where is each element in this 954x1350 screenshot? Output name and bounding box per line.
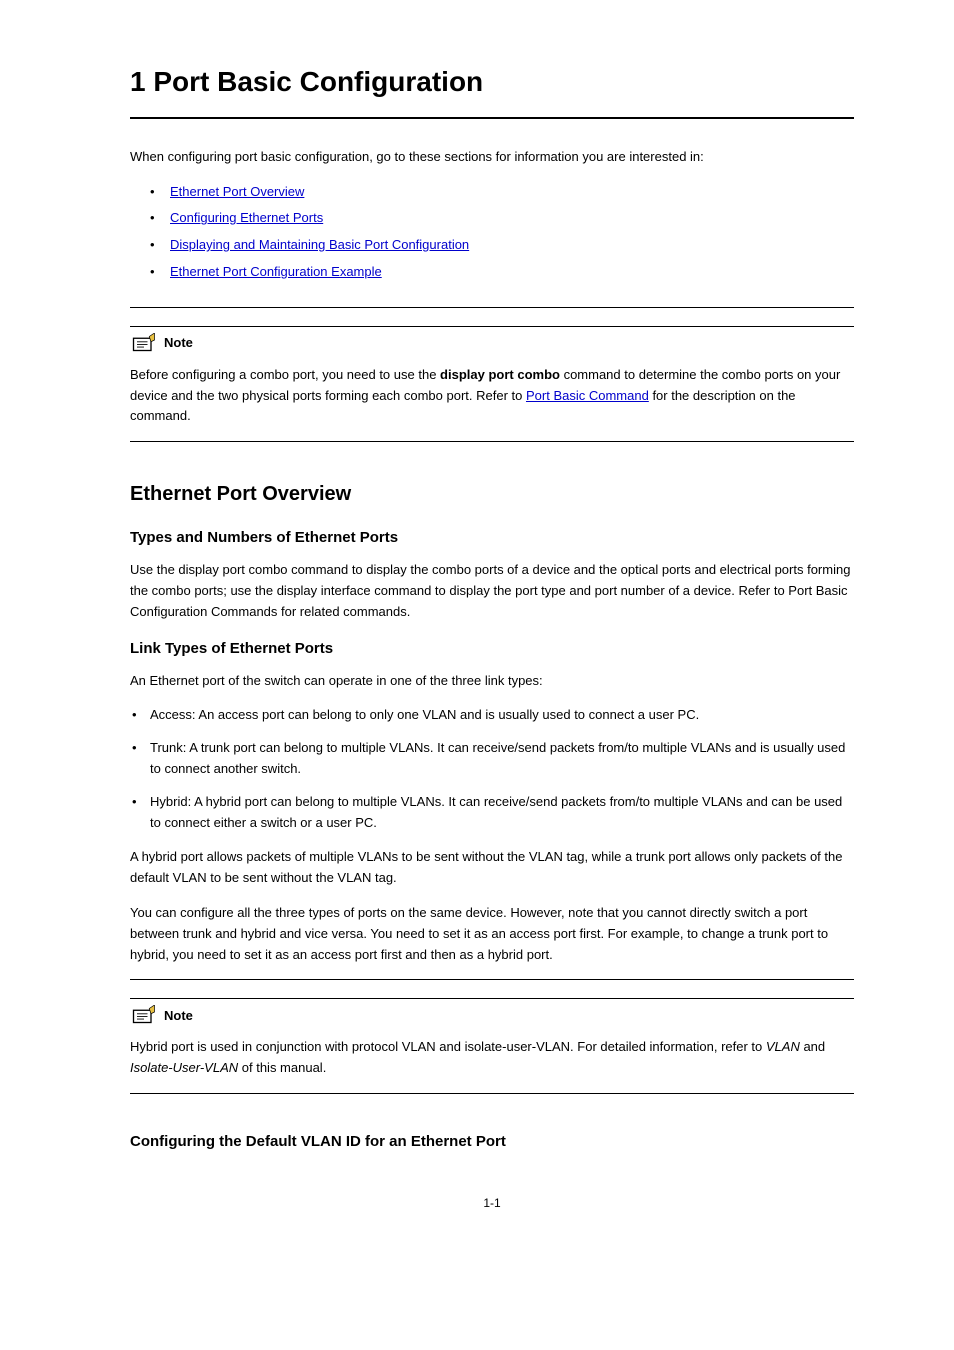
note-text: Before configuring a combo port, you nee…: [130, 367, 440, 382]
toc-item: Ethernet Port Overview: [130, 182, 854, 203]
para-link-intro: An Ethernet port of the switch can opera…: [130, 671, 854, 692]
chapter-title: 1 Port Basic Configuration: [130, 60, 854, 105]
list-item: Trunk: A trunk port can belong to multip…: [130, 738, 854, 780]
list-item: Hybrid: A hybrid port can belong to mult…: [130, 792, 854, 834]
note-inner-divider: [130, 998, 854, 999]
note-link-port-basic-command[interactable]: Port Basic Command: [526, 388, 649, 403]
para-link-change: You can configure all the three types of…: [130, 903, 854, 965]
note-header: Note: [130, 1005, 854, 1027]
note-box-combo: Note Before configuring a combo port, yo…: [130, 307, 854, 442]
note-text: and: [800, 1039, 825, 1054]
note-label: Note: [164, 333, 193, 354]
note-italic: VLAN: [766, 1039, 800, 1054]
note-bold: display port combo: [440, 367, 560, 382]
heading-link-types: Link Types of Ethernet Ports: [130, 637, 854, 661]
toc-link-overview[interactable]: Ethernet Port Overview: [170, 184, 304, 199]
page-number: 1-1: [130, 1194, 854, 1213]
title-divider: [130, 117, 854, 119]
note-inner-divider: [130, 326, 854, 327]
heading-types: Types and Numbers of Ethernet Ports: [130, 526, 854, 550]
toc-intro: When configuring port basic configuratio…: [130, 147, 854, 168]
note-header: Note: [130, 333, 854, 355]
note-body: Hybrid port is used in conjunction with …: [130, 1037, 854, 1079]
toc-item: Displaying and Maintaining Basic Port Co…: [130, 235, 854, 256]
note-box-hybrid: Note Hybrid port is used in conjunction …: [130, 979, 854, 1094]
note-text: of this manual.: [242, 1060, 327, 1075]
toc-item: Configuring Ethernet Ports: [130, 208, 854, 229]
note-body: Before configuring a combo port, you nee…: [130, 365, 854, 427]
note-text: Hybrid port is used in conjunction with …: [130, 1039, 766, 1054]
note-icon: [130, 333, 158, 355]
note-italic: Isolate-User-VLAN: [130, 1060, 238, 1075]
note-icon: [130, 1005, 158, 1027]
note-label: Note: [164, 1006, 193, 1027]
para-types: Use the display port combo command to di…: [130, 560, 854, 622]
heading-overview: Ethernet Port Overview: [130, 478, 854, 510]
heading-default-vlan: Configuring the Default VLAN ID for an E…: [130, 1130, 854, 1154]
link-type-list: Access: An access port can belong to onl…: [130, 705, 854, 833]
toc-link-example[interactable]: Ethernet Port Configuration Example: [170, 264, 382, 279]
toc-list: Ethernet Port Overview Configuring Ether…: [130, 182, 854, 283]
toc-link-configuring[interactable]: Configuring Ethernet Ports: [170, 210, 323, 225]
toc-item: Ethernet Port Configuration Example: [130, 262, 854, 283]
list-item: Access: An access port can belong to onl…: [130, 705, 854, 726]
para-link-diff: A hybrid port allows packets of multiple…: [130, 847, 854, 889]
toc-link-displaying[interactable]: Displaying and Maintaining Basic Port Co…: [170, 237, 469, 252]
